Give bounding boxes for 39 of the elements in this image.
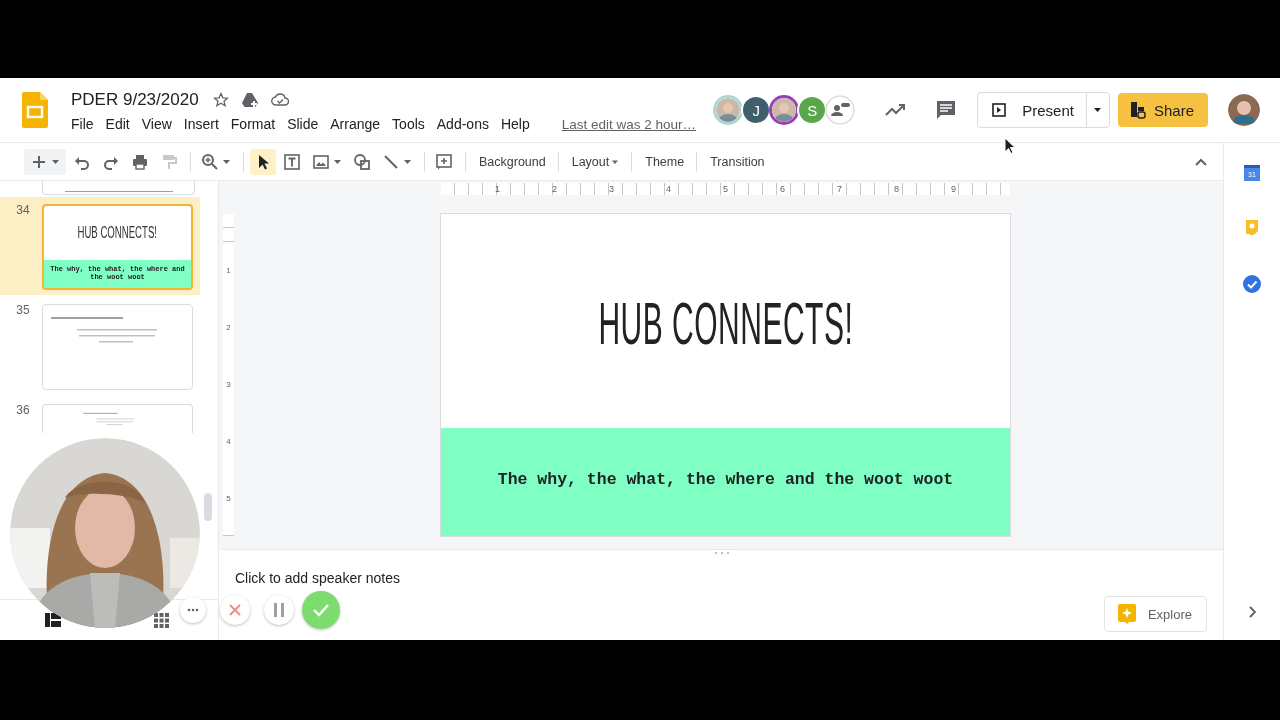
ruler-number: 1 <box>494 183 501 195</box>
menu-item[interactable]: File <box>71 116 94 132</box>
menu-item[interactable]: Add-ons <box>436 116 489 132</box>
slide-title[interactable]: HUB CONNECTS! <box>598 288 853 358</box>
ruler-number: 6 <box>779 183 786 195</box>
menu-item[interactable]: Insert <box>183 116 219 132</box>
ruler-number: 3 <box>608 183 615 195</box>
menu-item[interactable]: Help <box>500 116 530 132</box>
slide-canvas[interactable]: HUB CONNECTS! The why, the what, the where and the woot woot <box>441 214 1010 536</box>
menu-item[interactable]: Tools <box>392 116 425 132</box>
ruler-number: 2 <box>551 183 558 195</box>
ruler-number: 7 <box>836 183 843 195</box>
menu-item[interactable]: Slide <box>287 116 319 132</box>
toolbar-text-button[interactable]: Layout <box>564 148 627 175</box>
toolbar-text-button[interactable]: Transition <box>703 148 772 175</box>
toolbar-text-button[interactable]: Background <box>472 148 553 175</box>
slide-banner[interactable]: The why, the what, the where and the woot woot <box>441 428 1010 536</box>
toolbar-text-button[interactable]: Theme <box>638 148 692 175</box>
menu-item[interactable]: Format <box>230 116 276 132</box>
ruler-number: 5 <box>722 183 729 195</box>
menu-item[interactable]: Arrange <box>330 116 381 132</box>
slide-number: 36 <box>15 403 31 419</box>
thumbnail-title: HUB CONNECTS! <box>77 224 158 242</box>
horizontal-ruler[interactable]: 1 2 3 4 5 6 7 8 9 <box>441 183 1010 195</box>
ruler-number: 4 <box>665 183 672 195</box>
menu-item[interactable]: Edit <box>105 116 130 132</box>
vertical-ruler[interactable]: 1 2 3 4 5 <box>223 214 234 536</box>
share-button[interactable]: Share <box>1117 93 1208 127</box>
explore-button[interactable]: Explore <box>1103 596 1207 632</box>
slide-number: 34 <box>15 203 31 219</box>
menu-item[interactable]: View <box>141 116 172 132</box>
ruler-number: 9 <box>950 183 957 195</box>
collaborator-avatar[interactable]: J <box>741 95 772 125</box>
ruler-number: 8 <box>893 183 900 195</box>
slide-number: 35 <box>15 303 31 319</box>
document-title[interactable]: PDER 9/23/2020 <box>71 90 199 110</box>
speaker-notes-field[interactable]: Click to add speaker notes <box>235 570 1104 592</box>
last-edit-link[interactable]: Last edit was 2 hour… <box>561 116 697 132</box>
slide-subtitle[interactable]: The why, the what, the where and the woot woot <box>497 469 954 489</box>
